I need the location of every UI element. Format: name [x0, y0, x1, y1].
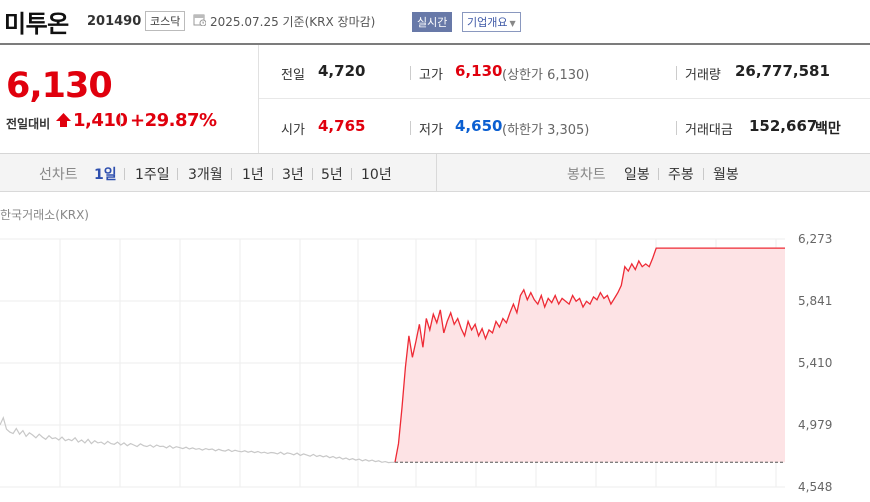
- turnover-unit: 백만: [815, 121, 841, 137]
- divider: [703, 168, 704, 180]
- divider: [124, 168, 125, 180]
- toolbar-divider: [436, 154, 437, 191]
- date-basis: 2025.07.25 기준(KRX 장마감): [210, 15, 376, 29]
- realtime-button[interactable]: 실시간: [412, 12, 453, 32]
- low-label: 저가: [419, 123, 443, 138]
- calendar-icon: [193, 14, 206, 26]
- period-1year[interactable]: 1년: [242, 164, 264, 184]
- period-1day[interactable]: 1일: [94, 164, 117, 184]
- lower-limit: (하한가 3,305): [502, 123, 590, 138]
- period-5year[interactable]: 5년: [321, 164, 343, 184]
- market-badge: 코스닥: [145, 11, 186, 31]
- prev-close-value: 4,720: [318, 62, 366, 80]
- turnover-label: 거래대금: [685, 123, 733, 138]
- divider: [676, 66, 677, 80]
- change-percent: +29.87%: [130, 110, 217, 131]
- divider: [120, 113, 121, 127]
- row-divider: [259, 98, 870, 99]
- candle-weekly[interactable]: 주봉: [668, 164, 694, 184]
- period-1week[interactable]: 1주일: [135, 164, 170, 184]
- pre-session-line: [0, 415, 395, 464]
- upper-limit: (상한가 6,130): [502, 68, 590, 83]
- y-axis-ticks: 6,273 5,841 5,410 4,979 4,548: [798, 232, 832, 494]
- open-label: 시가: [281, 123, 305, 138]
- low-value: 4,650: [455, 117, 503, 135]
- chart-toolbar: [0, 154, 870, 192]
- period-10year[interactable]: 10년: [361, 164, 392, 184]
- company-info-dropdown[interactable]: 기업개요 ▼: [462, 12, 521, 32]
- y-tick-label: 5,841: [798, 294, 832, 308]
- current-price: 6,130: [6, 66, 113, 106]
- y-tick-label: 4,548: [798, 480, 832, 494]
- change-label: 전일대비: [6, 117, 51, 131]
- price-chart[interactable]: 6,273 5,841 5,410 4,979 4,548: [0, 225, 870, 502]
- divider: [410, 121, 411, 135]
- period-3year[interactable]: 3년: [282, 164, 304, 184]
- company-info-label: 기업개요: [467, 16, 508, 29]
- high-label: 고가: [419, 68, 443, 83]
- y-tick-label: 5,410: [798, 356, 832, 370]
- candle-monthly[interactable]: 월봉: [713, 164, 739, 184]
- divider: [658, 168, 659, 180]
- divider: [312, 168, 313, 180]
- divider: [272, 168, 273, 180]
- y-tick-label: 6,273: [798, 232, 832, 246]
- y-tick-label: 4,979: [798, 418, 832, 432]
- line-chart-label: 선차트: [39, 167, 78, 183]
- divider: [676, 121, 677, 135]
- stock-name: 미투온: [4, 10, 69, 38]
- candle-chart-label: 봉차트: [567, 167, 606, 183]
- divider: [177, 168, 178, 180]
- divider: [351, 168, 352, 180]
- chevron-down-icon: ▼: [509, 19, 516, 28]
- exchange-label: 한국거래소(KRX): [0, 208, 89, 222]
- stock-code: 201490: [87, 14, 142, 29]
- turnover-value: 152,667: [749, 117, 818, 135]
- divider: [231, 168, 232, 180]
- up-arrow-icon: [56, 113, 71, 127]
- volume-label: 거래량: [685, 68, 721, 83]
- period-3month[interactable]: 3개월: [188, 164, 223, 184]
- volume-value: 26,777,581: [735, 62, 830, 80]
- candle-daily[interactable]: 일봉: [624, 164, 650, 184]
- high-value: 6,130: [455, 62, 503, 80]
- prev-close-label: 전일: [281, 68, 305, 83]
- divider: [410, 66, 411, 80]
- up-fill-area: [395, 248, 785, 463]
- open-value: 4,765: [318, 117, 366, 135]
